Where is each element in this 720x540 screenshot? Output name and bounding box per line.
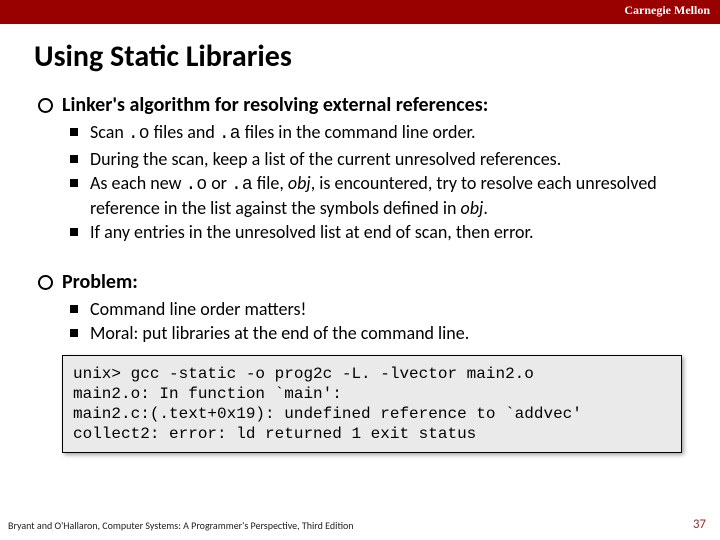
code-inline: .o [186,175,208,195]
text: files and [150,121,219,143]
brand-label: Carnegie Mellon [624,3,710,18]
italic: obj [288,172,311,194]
italic: obj [461,197,484,219]
footer-text: Bryant and O'Hallaron, Computer Systems:… [8,519,354,532]
bullet-1-1: Scan .o files and .a files in the comman… [34,121,686,146]
bullet-1-3: As each new .o or .a file, obj, is encou… [34,172,686,219]
code-block: unix> gcc -static -o prog2c -L. -lvector… [62,355,682,453]
slide: Carnegie Mellon Using Static Libraries L… [0,0,720,540]
text: As each new [90,172,186,194]
content-area: Linker's algorithm for resolving externa… [34,93,686,453]
code-inline: .o [128,124,150,144]
code-inline: .a [219,124,241,144]
bullet-2-1: Command line order matters! [34,298,686,321]
bullet-2-2: Moral: put libraries at the end of the c… [34,322,686,345]
text: or [207,172,231,194]
text: files in the command line order. [241,121,476,143]
text: . [483,197,488,219]
bullet-1-2: During the scan, keep a list of the curr… [34,148,686,171]
spacer [34,246,686,260]
text: Scan [90,121,128,143]
text: file, [253,172,288,194]
page-title: Using Static Libraries [34,38,720,75]
page-number: 37 [693,517,706,532]
section-heading-1: Linker's algorithm for resolving externa… [34,93,686,117]
section-heading-2: Problem: [34,270,686,294]
bullet-1-4: If any entries in the unresolved list at… [34,221,686,244]
code-inline: .a [231,175,253,195]
top-bar: Carnegie Mellon [0,0,720,24]
